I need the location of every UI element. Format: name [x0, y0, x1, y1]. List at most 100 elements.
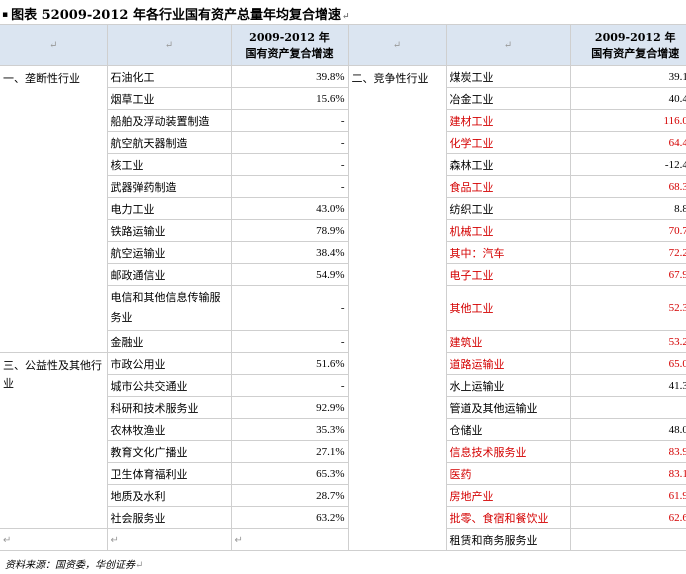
- industry-name: 道路运输业: [445, 352, 570, 375]
- industry-name: 电力工业: [106, 197, 231, 220]
- industry-name: 金融业: [106, 330, 231, 353]
- category-cell: 一、垄断性行业: [0, 65, 107, 353]
- industry-name: 水上运输业: [445, 374, 570, 397]
- growth-value: 53.2%: [569, 330, 686, 353]
- industry-name: 科研和技术服务业: [106, 396, 231, 419]
- growth-value: -12.4%: [569, 153, 686, 176]
- growth-value: 65.0%: [569, 352, 686, 375]
- industry-name: 核工业: [106, 153, 231, 176]
- industry-name: 医药: [445, 462, 570, 485]
- industry-name: 信息技术服务业: [445, 440, 570, 463]
- growth-value: 64.4%: [569, 131, 686, 154]
- empty-cell: ↵: [230, 528, 348, 551]
- industry-name: 食品工业: [445, 175, 570, 198]
- table-row: 一、垄断性行业石油化工39.8%二、竞争性行业煤炭工业39.1%: [0, 65, 686, 551]
- empty-cell: ↵: [0, 528, 107, 551]
- industry-name: 房地产业: [445, 484, 570, 507]
- industry-name: 管道及其他运输业: [445, 396, 570, 419]
- growth-value: -: [230, 374, 348, 397]
- growth-value: 8.8%: [569, 197, 686, 220]
- industry-name: 仓储业: [445, 418, 570, 441]
- growth-value: 61.9%: [569, 484, 686, 507]
- growth-table: ↵ ↵ 2009-2012 年国有资产复合增速 ↵ ↵ 2009-2012 年国有资产复合…: [0, 24, 686, 551]
- industry-name: 社会服务业: [106, 506, 231, 529]
- col-title-line1: 2009-2012 年: [594, 31, 676, 44]
- industry-name: 航空运输业: [106, 241, 231, 264]
- growth-value: -: [230, 131, 348, 154]
- growth-value: 78.9%: [230, 219, 348, 242]
- growth-value: 67.9%: [569, 263, 686, 286]
- growth-value: 52.3%: [569, 285, 686, 331]
- growth-value: 38.4%: [230, 241, 348, 264]
- industry-name: 农林牧渔业: [106, 418, 231, 441]
- industry-name: 市政公用业: [106, 352, 231, 375]
- growth-value: 35.3%: [230, 418, 348, 441]
- header-cell-category: ↵: [0, 24, 107, 66]
- header-cell-growth: 2009-2012 年国有资产复合增速: [230, 24, 348, 66]
- growth-value: 72.2%: [569, 241, 686, 264]
- industry-name: 烟草工业: [106, 87, 231, 110]
- source-note: 资料来源：国资委，华创证券↵: [5, 556, 143, 571]
- growth-value: -: [569, 528, 686, 551]
- industry-name: 机械工业: [445, 219, 570, 242]
- growth-value: 48.0%: [569, 418, 686, 441]
- growth-value: -: [569, 396, 686, 419]
- industry-name: 船舶及浮动装置制造: [106, 109, 231, 132]
- growth-value: -: [230, 285, 348, 331]
- growth-value: 54.9%: [230, 263, 348, 286]
- header-cell-industry: ↵: [106, 24, 231, 66]
- industry-name: 建筑业: [445, 330, 570, 353]
- empty-cell: ↵: [106, 528, 231, 551]
- industry-name: 地质及水利: [106, 484, 231, 507]
- category-cell: 二、竞争性行业: [347, 65, 446, 551]
- growth-value: 41.3%: [569, 374, 686, 397]
- growth-value: 39.1%: [569, 65, 686, 88]
- paragraph-mark-icon: ↵: [135, 560, 144, 571]
- industry-name: 建材工业: [445, 109, 570, 132]
- growth-value: 68.3%: [569, 175, 686, 198]
- table-row: 三、公益性及其他行业市政公用业51.6% 道路运输业65.0%: [0, 352, 686, 529]
- figure-title: ▪ 图表 52009-2012 年各行业国有资产总量年均复合增速↵: [0, 0, 686, 24]
- growth-value: 70.7%: [569, 219, 686, 242]
- industry-name: 租赁和商务服务业: [445, 528, 570, 551]
- growth-value: 116.0%: [569, 109, 686, 132]
- industry-name: 煤炭工业: [445, 65, 570, 88]
- growth-value: 65.3%: [230, 462, 348, 485]
- source-text: 资料来源：国资委，华创证券: [5, 560, 135, 571]
- paragraph-mark-icon: ↵: [341, 12, 350, 22]
- growth-value: 40.4%: [569, 87, 686, 110]
- industry-name: 航空航天器制造: [106, 131, 231, 154]
- growth-value: 15.6%: [230, 87, 348, 110]
- industry-name: 纺织工业: [445, 197, 570, 220]
- growth-value: 92.9%: [230, 396, 348, 419]
- industry-name: 森林工业: [445, 153, 570, 176]
- title-label: 图表 52009-2012 年各行业国有资产总量年均复合增速: [11, 8, 341, 23]
- growth-value: 43.0%: [230, 197, 348, 220]
- industry-name: 化学工业: [445, 131, 570, 154]
- growth-value: -: [230, 109, 348, 132]
- industry-name: 批零、食宿和餐饮业: [445, 506, 570, 529]
- header-cell-industry: ↵: [445, 24, 570, 66]
- growth-value: 27.1%: [230, 440, 348, 463]
- industry-name: 其中：汽车: [445, 241, 570, 264]
- growth-value: 62.6%: [569, 506, 686, 529]
- industry-name: 冶金工业: [445, 87, 570, 110]
- growth-value: -: [230, 330, 348, 353]
- industry-name: 卫生体育福利业: [106, 462, 231, 485]
- industry-name: 铁路运输业: [106, 219, 231, 242]
- growth-value: 83.1%: [569, 462, 686, 485]
- growth-value: 63.2%: [230, 506, 348, 529]
- industry-name: 电信和其他信息传输服务业: [106, 285, 231, 331]
- industry-name: 石油化工: [106, 65, 231, 88]
- industry-name: 城市公共交通业: [106, 374, 231, 397]
- header-cell-category: ↵: [347, 24, 446, 66]
- growth-value: 83.9%: [569, 440, 686, 463]
- growth-value: -: [230, 175, 348, 198]
- industry-name: 武器弹药制造: [106, 175, 231, 198]
- growth-value: 51.6%: [230, 352, 348, 375]
- figure-title-text: ▪ 图表 52009-2012 年各行业国有资产总量年均复合增速↵: [2, 4, 350, 23]
- industry-name: 其他工业: [445, 285, 570, 331]
- col-title-line1: 2009-2012 年: [249, 31, 330, 44]
- category-cell: 三、公益性及其他行业: [0, 352, 107, 529]
- table-body: ↵ ↵ 2009-2012 年国有资产复合增速 ↵ ↵ 2009-2012 年国有资产复合…: [0, 24, 686, 551]
